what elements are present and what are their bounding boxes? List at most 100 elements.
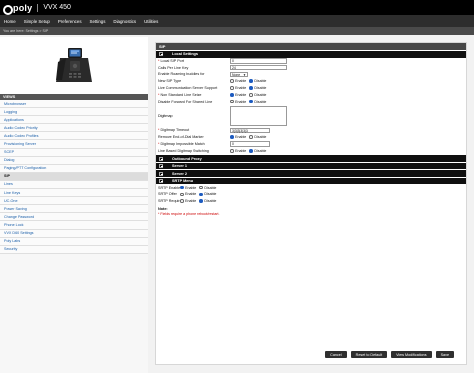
product-name: VVX 450 [43,4,71,11]
sidebar-item-audio-codec-priority[interactable]: Audio Codec Priority [0,124,148,133]
digitmap-textarea[interactable] [230,106,287,127]
expand-icon[interactable] [159,156,163,161]
row-calls-per-line-key: Calls Per Line Key 24 [156,64,466,71]
nav-simple-setup[interactable]: Simple Setup [24,19,50,24]
sidebar-item-logging[interactable]: Logging [0,108,148,117]
sidebar-item-poly-labs[interactable]: Poly Labs [0,237,148,246]
row-local-sip-port: * Local SIP Port 0 [156,58,466,65]
calls-per-line-key-input[interactable]: 24 [230,65,287,71]
lcs-support-enable[interactable]: Enable [230,86,246,90]
remove-eod-label: Remove End-of-Dial Marker [158,135,204,140]
sidebar-item-line-keys[interactable]: Line Keys [0,189,148,198]
remove-eod-disable[interactable]: Disable [249,135,266,139]
radio-icon [230,79,234,84]
sidebar-item-sip[interactable]: SIP [0,172,148,181]
calls-per-line-key-label: Calls Per Line Key [158,65,189,70]
nav-settings[interactable]: Settings [90,19,106,24]
cancel-button[interactable]: Cancel [325,351,347,358]
expand-icon[interactable] [159,164,163,169]
roaming-buddies-select[interactable]: None ▼ [230,71,248,78]
local-sip-port-input[interactable]: 0 [230,58,287,64]
row-lcs-support: Live Communication Server Support Enable… [156,85,466,92]
reset-to-default-button[interactable]: Reset to Default [350,351,388,358]
impossible-match-label: Digitmap Impossible Match [160,142,205,147]
sidebar-item-lines[interactable]: Lines [0,180,148,190]
srtp-offer-enable[interactable]: Enable [180,192,196,196]
srtp-enable-disable[interactable]: Disable [199,186,216,190]
non-standard-seize-enable[interactable]: Enable [230,93,246,97]
collapse-icon[interactable] [159,179,163,184]
breadcrumb: You are here: Settings > SIP [3,29,49,33]
roaming-buddies-label: Enable Roaming buddies for [158,72,205,77]
radio-label: Enable [185,199,197,204]
row-new-sip-type: New SIP Type Enable Disable [156,78,466,85]
nav-utilities[interactable]: Utilities [144,19,158,24]
sip-panel: SIP Local Settings * Local SIP Port 0 Ca… [155,42,467,365]
sidebar-item-provisioning-server[interactable]: Provisioning Server [0,140,148,149]
sidebar-item-uc-one[interactable]: UC-One [0,197,148,206]
row-srtp-enable: SRTP Enable Enable Disable [156,184,466,191]
radio-selected-icon [180,185,184,190]
line-based-switching-disable[interactable]: Disable [249,149,266,153]
radio-icon [180,199,184,204]
radio-selected-icon [249,149,253,153]
new-sip-type-enable[interactable]: Enable [230,79,246,83]
sidebar-item-security[interactable]: Security [0,245,148,254]
nav-home[interactable]: Home [4,19,16,24]
sidebar-item-microbrowser[interactable]: Microbrowser [0,100,148,109]
save-button[interactable]: Save [435,351,454,358]
radio-label: Disable [254,148,267,153]
row-impossible-match: * Digitmap Impossible Match 0 [156,141,466,148]
non-standard-seize-disable[interactable]: Disable [249,93,266,97]
sidebar-item-phone-lock[interactable]: Phone Lock [0,221,148,230]
view-modifications-button[interactable]: View Modifications [391,351,432,358]
remove-eod-enable[interactable]: Enable [230,135,246,139]
page: poly VVX 450 Home Simple Setup Preferenc… [0,0,474,373]
field-label: * Digitmap Timeout [158,128,190,133]
row-roaming-buddies: Enable Roaming buddies for None ▼ [156,71,466,78]
sidebar-item-applications[interactable]: Applications [0,116,148,125]
sidebar-item-vvx-d60[interactable]: VVX D60 Settings [0,229,148,238]
srtp-offer-disable[interactable]: Disable [199,192,216,196]
line-based-switching-enable[interactable]: Enable [230,149,246,153]
disable-forward-disable[interactable]: Disable [249,100,266,104]
page-title: SIP [156,43,466,50]
poly-logo[interactable]: poly [3,0,32,15]
radio-label: Enable [235,99,247,104]
digitmap-label: Digitmap [158,114,173,119]
new-sip-type-disable[interactable]: Disable [249,79,266,83]
sidebar-item-scep[interactable]: SCEP [0,148,148,157]
collapse-icon[interactable] [159,52,163,57]
radio-label: Enable [185,192,197,197]
radio-label: Disable [254,99,267,104]
nav-diagnostics[interactable]: Diagnostics [113,19,136,24]
radio-selected-icon [199,192,203,197]
srtp-require-disable[interactable]: Disable [199,199,216,203]
roaming-buddies-value: None [232,72,241,77]
sidebar-item-change-password[interactable]: Change Password [0,213,148,222]
section-outbound-proxy[interactable]: Outbound Proxy [156,155,466,162]
section-server-2[interactable]: Server 2 [156,170,466,177]
row-digitmap: Digitmap [156,105,466,127]
impossible-match-input[interactable]: 0 [230,141,270,147]
radio-label: Disable [204,192,217,197]
sidebar-item-paging-ptt[interactable]: Paging/PTT Configuration [0,164,148,173]
section-title: Server 1 [172,164,187,169]
radio-label: Enable [235,148,247,153]
srtp-enable-enable[interactable]: Enable [180,186,196,190]
expand-icon[interactable] [159,171,163,176]
sidebar-item-dialog[interactable]: Dialog [0,156,148,165]
radio-selected-icon [199,199,203,204]
lcs-support-disable[interactable]: Disable [249,86,266,90]
row-srtp-offer: SRTP Offer Enable Disable [156,191,466,198]
nav-preferences[interactable]: Preferences [58,19,82,24]
radio-selected-icon [249,99,253,104]
digitmap-timeout-input[interactable]: 3|3|3|3|3|3 [230,127,270,134]
srtp-require-enable[interactable]: Enable [180,199,196,203]
sidebar-item-audio-codec-profiles[interactable]: Audio Codec Profiles [0,132,148,141]
note-title: Note: [158,206,168,211]
note-text: * Fields require a phone reboot/restart. [158,211,220,216]
section-server-1[interactable]: Server 1 [156,162,466,170]
sidebar-item-power-saving[interactable]: Power Saving [0,205,148,214]
disable-forward-enable[interactable]: Enable [230,100,246,104]
